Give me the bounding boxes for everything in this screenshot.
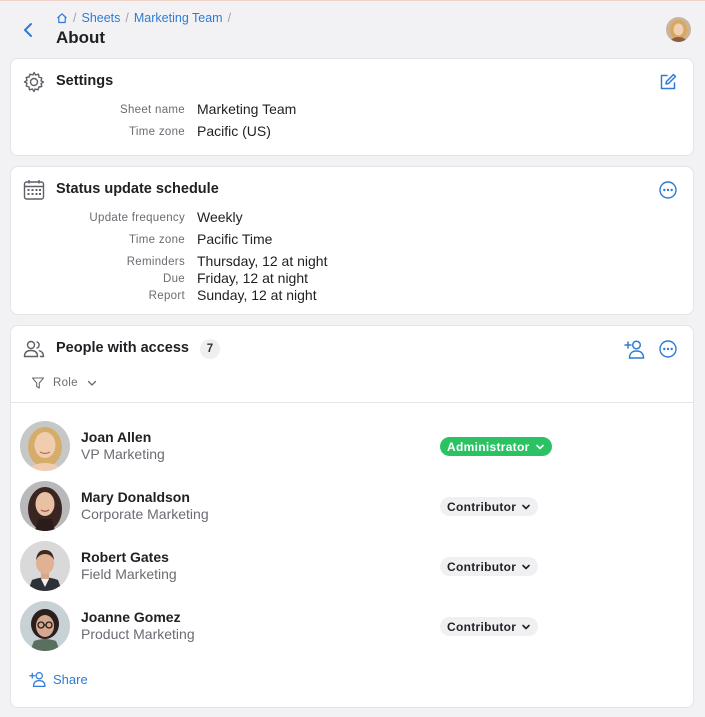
breadcrumb: / Sheets / Marketing Team /	[56, 11, 232, 25]
sheet-name-row: Sheet name Marketing Team	[11, 101, 693, 121]
add-person-icon	[29, 672, 46, 687]
frequency-row: Update frequency Weekly	[11, 209, 693, 229]
role-dropdown[interactable]: Contributor	[440, 557, 539, 576]
people-icon	[22, 337, 46, 361]
chevron-down-icon	[522, 624, 531, 629]
role-label: Contributor	[447, 499, 517, 514]
schedule-card: Status update schedule Update frequency …	[10, 166, 694, 315]
calendar-icon	[22, 178, 46, 202]
frequency-value: Weekly	[197, 209, 243, 225]
person-name: Joan Allen	[81, 429, 152, 445]
role-label: Contributor	[447, 619, 517, 634]
schedule-card-header: Status update schedule	[11, 167, 693, 211]
due-value: Friday, 12 at night	[197, 270, 309, 286]
edit-settings-button[interactable]	[657, 71, 679, 93]
home-icon[interactable]	[56, 12, 68, 24]
person-row: Mary Donaldson Corporate Marketing Contr…	[11, 478, 693, 534]
sheet-name-value: Marketing Team	[197, 101, 297, 117]
chevron-down-icon	[535, 444, 544, 449]
share-button[interactable]: Share	[29, 670, 88, 688]
sheet-name-label: Sheet name	[119, 104, 185, 116]
people-title: People with access	[56, 340, 189, 356]
add-person-button[interactable]	[624, 338, 646, 360]
breadcrumb-separator: /	[125, 11, 129, 25]
chevron-down-icon	[522, 504, 531, 509]
due-label: Due	[163, 273, 185, 285]
avatar	[20, 601, 70, 651]
avatar	[20, 421, 70, 471]
chevron-left-icon	[24, 23, 32, 37]
person-name: Mary Donaldson	[81, 489, 190, 505]
report-value: Sunday, 12 at night	[197, 287, 317, 303]
settings-title: Settings	[56, 73, 114, 89]
schedule-title: Status update schedule	[56, 181, 219, 197]
settings-card: Settings Sheet name Marketing Team Time …	[10, 58, 694, 156]
add-person-icon	[624, 340, 645, 359]
role-filter[interactable]: Role	[31, 376, 98, 390]
settings-card-header: Settings	[11, 59, 693, 103]
role-dropdown[interactable]: Contributor	[440, 617, 539, 636]
person-department: VP Marketing	[81, 446, 165, 462]
person-department: Product Marketing	[81, 626, 195, 642]
divider	[11, 402, 693, 403]
people-more-button[interactable]	[657, 338, 679, 360]
avatar	[20, 541, 70, 591]
time-zone-label: Time zone	[129, 126, 185, 138]
reminders-label: Reminders	[126, 256, 185, 268]
user-avatar[interactable]	[666, 17, 691, 42]
schedule-time-zone-row: Time zone Pacific Time	[11, 231, 693, 251]
schedule-time-zone-value: Pacific Time	[197, 231, 273, 247]
share-label: Share	[53, 671, 88, 687]
people-count-badge: 7	[200, 339, 220, 359]
edit-icon	[660, 73, 677, 90]
person-name: Joanne Gomez	[81, 609, 181, 625]
breadcrumb-sheets[interactable]: Sheets	[81, 11, 120, 25]
person-department: Field Marketing	[81, 566, 177, 582]
role-label: Administrator	[447, 439, 530, 454]
schedule-more-button[interactable]	[657, 179, 679, 201]
breadcrumb-separator: /	[73, 11, 77, 25]
frequency-label: Update frequency	[89, 212, 185, 224]
breadcrumb-marketing-team[interactable]: Marketing Team	[134, 11, 223, 25]
person-name: Robert Gates	[81, 549, 169, 565]
more-icon	[659, 340, 677, 358]
schedule-time-zone-label: Time zone	[129, 234, 185, 246]
back-button[interactable]	[18, 20, 38, 40]
filter-icon	[31, 377, 45, 389]
role-dropdown[interactable]: Contributor	[440, 497, 539, 516]
person-row: Robert Gates Field Marketing Contributor	[11, 538, 693, 594]
people-card-header: People with access 7	[11, 326, 693, 370]
time-zone-value: Pacific (US)	[197, 123, 271, 139]
page-title: About	[56, 28, 106, 47]
chevron-down-icon	[522, 564, 531, 569]
more-icon	[659, 181, 677, 199]
people-card: People with access 7 Role Joan Allen VP …	[10, 325, 694, 708]
avatar	[20, 481, 70, 531]
breadcrumb-separator: /	[227, 11, 232, 25]
gear-icon	[22, 70, 46, 94]
report-label: Report	[148, 290, 185, 302]
time-zone-row: Time zone Pacific (US)	[11, 123, 693, 143]
role-dropdown[interactable]: Administrator	[440, 437, 552, 456]
person-row: Joan Allen VP Marketing Administrator	[11, 418, 693, 474]
chevron-down-icon	[87, 380, 97, 386]
page-header: / Sheets / Marketing Team / About	[0, 1, 705, 57]
person-row: Joanne Gomez Product Marketing Contribut…	[11, 598, 693, 654]
report-row: Report Sunday, 12 at night	[11, 287, 693, 307]
person-department: Corporate Marketing	[81, 506, 209, 522]
role-filter-label: Role	[53, 377, 78, 389]
role-label: Contributor	[447, 559, 517, 574]
reminders-value: Thursday, 12 at night	[197, 253, 328, 269]
